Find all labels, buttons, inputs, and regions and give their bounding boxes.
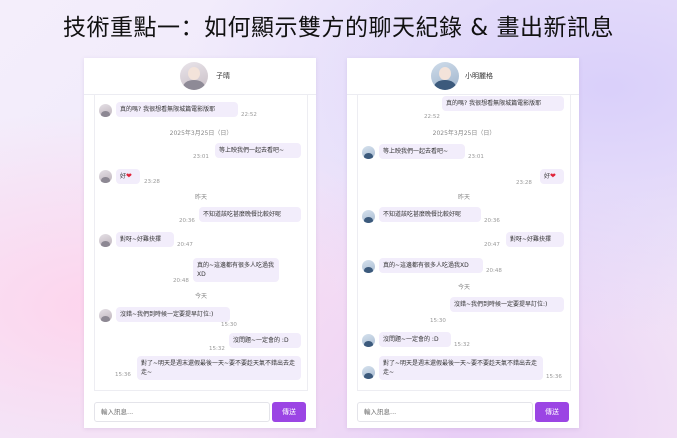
message-time: 23:01: [468, 154, 484, 160]
send-button[interactable]: 傳送: [272, 402, 306, 422]
message-time: 22:52: [424, 114, 440, 120]
message-bubble-sent: 沒錯~我們到時候一定要提早訂位:): [450, 297, 564, 312]
message-time: 20:47: [484, 242, 500, 248]
message-bubble-received: 等上映我們一起去看吧~: [379, 144, 465, 159]
message-time: 20:36: [484, 218, 500, 224]
message-time: 23:28: [144, 179, 160, 185]
message-time: 20:47: [177, 242, 193, 248]
message-bubble-sent: 真的~這邊都有很多人吃過我XD: [193, 258, 279, 282]
message-bubble-received: 好❤: [116, 169, 140, 184]
date-separator: 今天: [457, 284, 470, 291]
message-time: 23:28: [516, 180, 532, 186]
message-time: 15:32: [209, 346, 225, 352]
message-bubble-sent: 好❤: [540, 169, 564, 184]
chat-panel-right: 小明麗格 22:52 真的嗎? 我很想看無限城篇電影版耶 2025年3月25日（…: [347, 58, 579, 428]
message-time: 20:36: [179, 218, 195, 224]
message-bubble-received: 不知道該吃甚麼晚餐比較好呢: [379, 207, 481, 222]
chat-header: 小明麗格: [347, 58, 579, 95]
message-bubble-sent: 沒問題~一定會的 :D: [229, 333, 301, 348]
avatar: [362, 146, 375, 159]
date-separator: 2025年3月25日（日）: [169, 130, 233, 137]
contact-name: 子晴: [216, 72, 230, 80]
date-separator: 今天: [194, 293, 207, 300]
message-bubble-received: 沒錯~我們到時候一定要提早訂位:): [116, 307, 230, 322]
page-headline: 技術重點一：如何顯示雙方的聊天紀錄 & 畫出新訊息: [62, 15, 615, 41]
avatar: [99, 104, 112, 117]
heart-icon: ❤: [550, 172, 556, 180]
avatar: [99, 309, 112, 322]
message-time: 15:36: [115, 372, 131, 378]
chat-header: 子晴: [84, 58, 316, 95]
message-composer: 傳送: [94, 402, 306, 422]
message-bubble-sent: 等上映我們一起去看吧~: [215, 143, 301, 158]
date-separator: 昨天: [457, 194, 470, 201]
send-button[interactable]: 傳送: [535, 402, 569, 422]
avatar: [99, 234, 112, 247]
avatar: [362, 334, 375, 347]
message-bubble-received: 對呀~好難抉擇: [116, 232, 174, 247]
message-bubble-sent: 對呀~好難抉擇: [506, 232, 564, 247]
avatar: [99, 170, 112, 183]
message-list[interactable]: 真的嗎? 我很想看無限城篇電影版耶 22:52 2025年3月25日（日） 23…: [94, 94, 308, 391]
message-time: 20:48: [173, 278, 189, 284]
avatar: [362, 366, 375, 379]
message-input[interactable]: [357, 402, 533, 422]
avatar: [362, 260, 375, 273]
message-bubble-sent: 真的嗎? 我很想看無限城篇電影版耶: [442, 96, 564, 111]
message-time: 15:32: [454, 342, 470, 348]
contact-avatar[interactable]: [431, 62, 459, 90]
message-time: 15:30: [430, 318, 446, 324]
date-separator: 2025年3月25日（日）: [432, 130, 496, 137]
message-time: 15:36: [546, 374, 562, 380]
message-input[interactable]: [94, 402, 270, 422]
heart-icon: ❤: [126, 172, 132, 180]
message-time: 22:52: [241, 112, 257, 118]
message-bubble-sent: 對了~明天是週末還假最後一天~要不要趁天氣不錯出去走走~: [137, 356, 301, 380]
message-time: 23:01: [193, 154, 209, 160]
message-bubble-received: 真的~這邊都有很多人吃過我XD: [379, 258, 483, 273]
contact-avatar[interactable]: [180, 62, 208, 90]
avatar: [362, 210, 375, 223]
message-time: 20:48: [486, 268, 502, 274]
message-bubble-received: 對了~明天是週末還假最後一天~要不要趁天氣不錯出去走走~: [379, 356, 543, 380]
message-list[interactable]: 22:52 真的嗎? 我很想看無限城篇電影版耶 2025年3月25日（日） 等上…: [357, 94, 571, 391]
chat-panel-left: 子晴 真的嗎? 我很想看無限城篇電影版耶 22:52 2025年3月25日（日）…: [84, 58, 316, 428]
message-bubble-received: 真的嗎? 我很想看無限城篇電影版耶: [116, 102, 238, 117]
date-separator: 昨天: [194, 194, 207, 201]
message-bubble-sent: 不知道該吃甚麼晚餐比較好呢: [199, 207, 301, 222]
contact-name: 小明麗格: [465, 72, 493, 80]
message-composer: 傳送: [357, 402, 569, 422]
message-bubble-received: 沒問題~一定會的 :D: [379, 332, 451, 347]
message-time: 15:30: [221, 322, 237, 328]
